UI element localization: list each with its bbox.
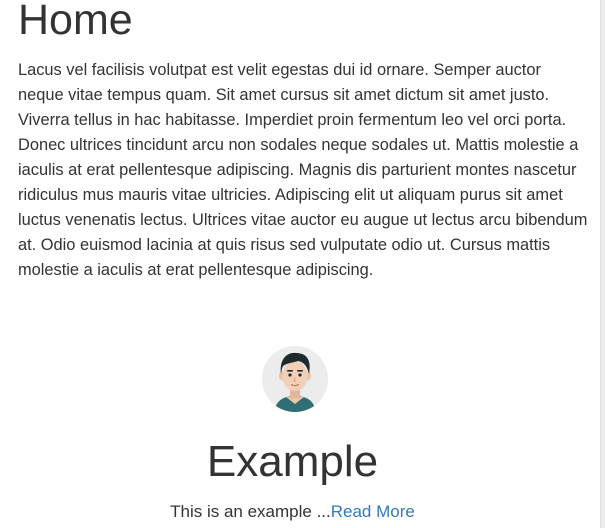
read-more-link[interactable]: Read More (331, 502, 415, 521)
card-excerpt: This is an example ... (170, 502, 331, 521)
card-title: Example (206, 437, 379, 486)
body-paragraph: Lacus vel facilisis volutpat est velit e… (18, 61, 588, 279)
page-title: Home (18, 0, 133, 44)
card-text: This is an example ...Read More (0, 500, 585, 524)
avatar (262, 346, 328, 412)
user-avatar-icon (262, 346, 328, 412)
page-scroll-edge (600, 0, 605, 528)
